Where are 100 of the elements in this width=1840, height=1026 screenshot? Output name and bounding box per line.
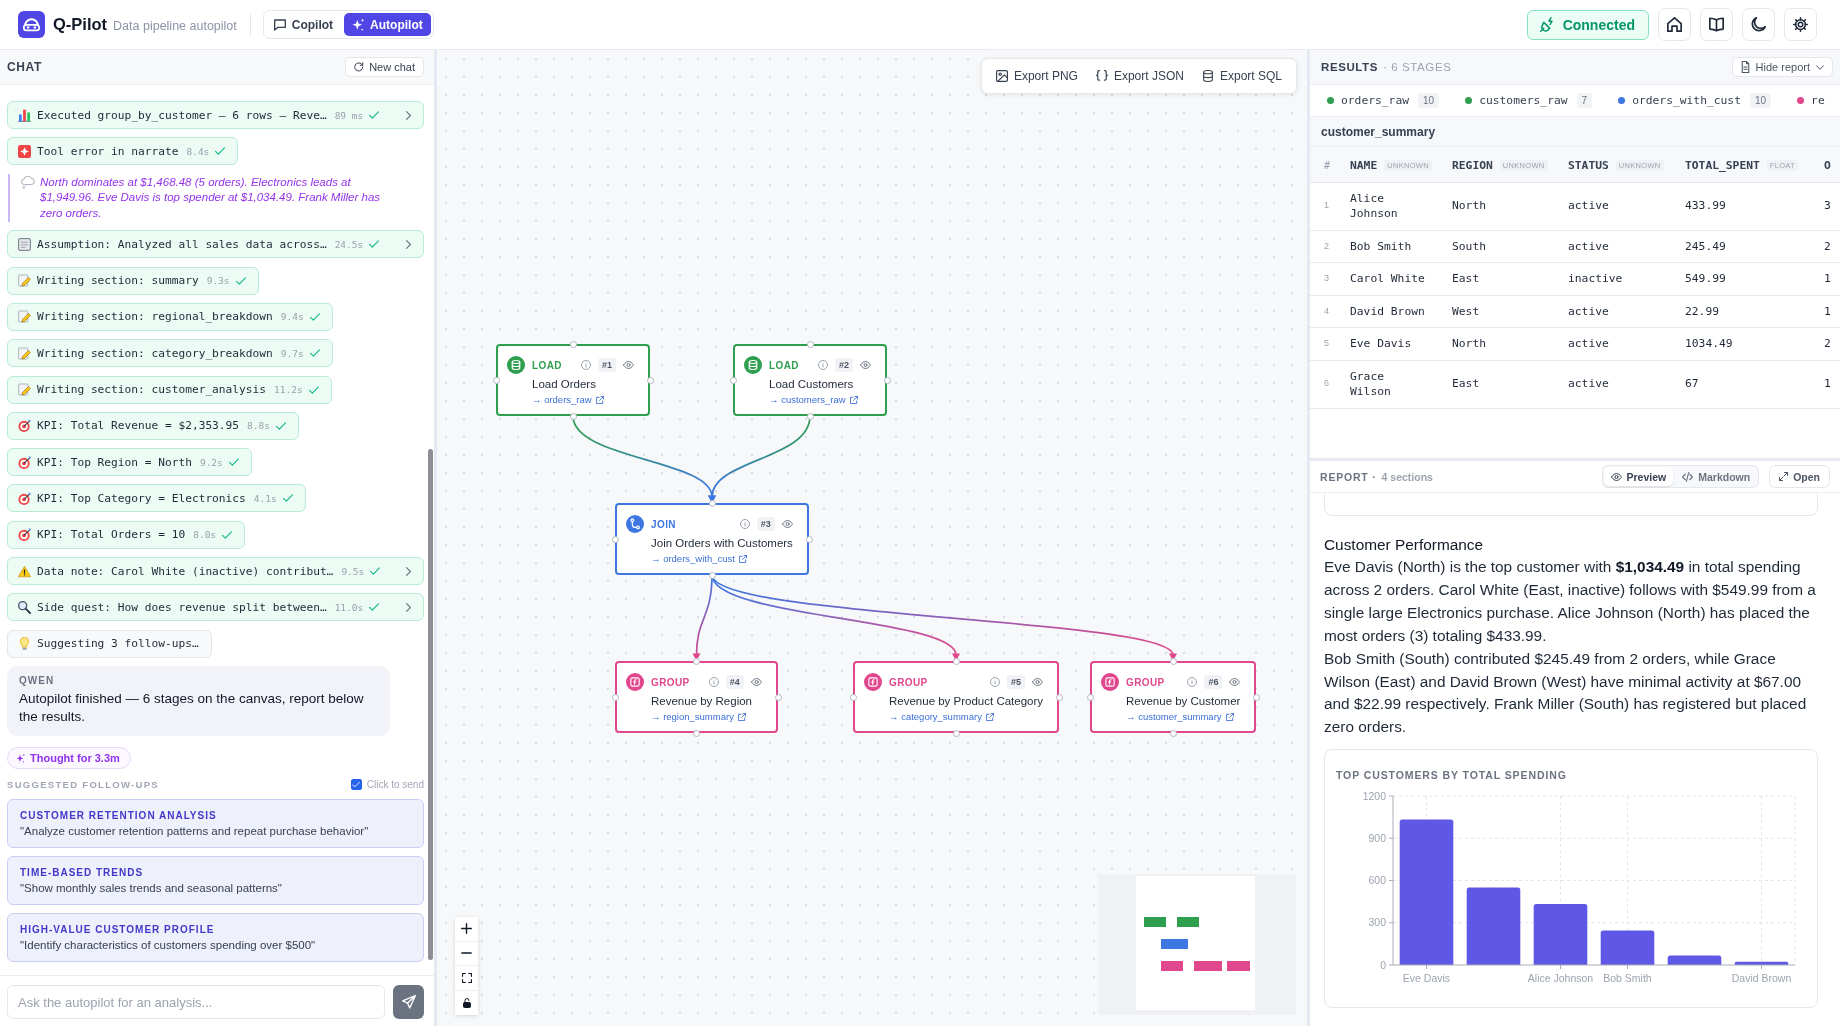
row-number: 3: [1310, 262, 1350, 295]
node-index: #4: [725, 675, 744, 689]
step-text: Side quest: How does revenue split between…: [37, 600, 327, 614]
step-duration: 8.0s: [193, 529, 217, 541]
row-count: 10: [1749, 93, 1772, 108]
step-duration: 8.8s: [247, 420, 270, 432]
report-paragraph: Bob Smith (South) contributed $245.49 from 2 orders, while Grace Wilson (East) and David Brown (West) have minimal activity at $67.00 and $22.99 respectively. Frank Miller (South) has registered but placed zero orders.: [1324, 648, 1808, 738]
step-text: Assumption: Analyzed all sales data across…: [37, 237, 327, 251]
step-text: Writing section: customer_analysis: [37, 383, 266, 397]
step-text: Tool error in narrate: [37, 144, 179, 158]
node-type-label: GROUP: [651, 676, 690, 688]
node-title: Revenue by Product Category: [889, 695, 1044, 707]
step-duration: 11.0s: [334, 601, 364, 613]
table-cell: 1034.49: [1685, 327, 1824, 360]
table-cell: East: [1452, 360, 1568, 408]
column-header: STATUS: [1568, 159, 1609, 173]
y-tick-label: 900: [1368, 832, 1386, 844]
chart-title: TOP CUSTOMERS BY TOTAL SPENDING: [1336, 769, 1567, 783]
node-title: Revenue by Customer: [1126, 695, 1241, 707]
row-number: 4: [1310, 295, 1350, 328]
y-tick-label: 300: [1368, 916, 1386, 929]
row-count: 7: [1576, 93, 1593, 108]
table-cell: Grace Wilson: [1350, 360, 1452, 408]
table-cell: West: [1452, 295, 1568, 328]
app-name: Q-Pilot: [53, 15, 108, 34]
panel-title: RESULTS: [1321, 61, 1379, 73]
section-label: SUGGESTED FOLLOW-UPS: [7, 778, 159, 790]
table-cell: 2: [1824, 327, 1840, 360]
table-cell: Carol White: [1350, 262, 1452, 295]
narration-text: North dominates at $1,468.48 (5 orders). Electronics leads at $1,949.96. Eve Davis is top spender at $1,034.49. Frank Miller has zero orders.: [40, 174, 382, 221]
table-cell: Alice Johnson: [1350, 182, 1452, 230]
step-text: Writing section: regional_breakdown: [37, 310, 273, 324]
table-title: customer_summary: [1310, 117, 1840, 147]
node-index: #1: [597, 358, 616, 372]
column-header: REGION: [1452, 159, 1493, 173]
app-subtitle: Data pipeline autopilot: [113, 19, 237, 33]
step-duration: 8.4s: [186, 145, 210, 157]
row-count: 10: [1418, 93, 1440, 108]
table-cell: active: [1568, 295, 1685, 328]
panel-title: CHAT: [7, 60, 42, 74]
node-index: #6: [1204, 675, 1223, 689]
step-duration: 9.4s: [280, 311, 304, 323]
message-text: Autopilot finished — 6 stages on the canvas, report below the results.: [19, 689, 365, 726]
table-cell: 2: [1824, 230, 1840, 263]
table-cell: 549.99: [1685, 262, 1824, 295]
step-duration: 9.5s: [341, 565, 365, 577]
column-header: NAME: [1350, 159, 1378, 173]
table-cell: active: [1568, 360, 1685, 408]
table-cell: 3: [1824, 182, 1840, 230]
table-cell: active: [1568, 230, 1685, 263]
row-number: 6: [1310, 360, 1350, 408]
node-type-label: JOIN: [651, 518, 677, 530]
x-tick-label: Alice Johnson: [1527, 972, 1594, 985]
step-duration: 89 ms: [334, 109, 364, 121]
table-cell: 1: [1824, 360, 1840, 408]
table-cell: East: [1452, 262, 1568, 295]
checkbox-label: Click to send: [366, 778, 424, 790]
table-cell: 1: [1824, 295, 1840, 328]
row-number: 5: [1310, 327, 1350, 360]
y-tick-label: 0: [1380, 958, 1386, 971]
row-number: 2: [1310, 230, 1350, 263]
x-tick-label: Eve Davis: [1402, 972, 1451, 985]
table-cell: inactive: [1568, 262, 1685, 295]
table-cell: 1: [1824, 262, 1840, 295]
node-type-label: LOAD: [769, 359, 799, 371]
x-tick-label: Bob Smith: [1603, 972, 1652, 985]
table-cell: active: [1568, 327, 1685, 360]
node-type-label: GROUP: [1126, 676, 1166, 688]
table-cell: 245.49: [1685, 230, 1824, 263]
step-text: KPI: Top Region = North: [37, 455, 192, 469]
table-cell: Eve Davis: [1350, 327, 1452, 360]
node-title: Revenue by Region: [651, 695, 753, 707]
step-duration: 9.3s: [206, 275, 230, 287]
node-type-label: GROUP: [889, 676, 929, 688]
table-cell: David Brown: [1350, 295, 1452, 328]
node-title: Join Orders with Customers: [651, 537, 793, 549]
row-number: 1: [1310, 182, 1350, 230]
y-tick-label: 1200: [1362, 790, 1386, 802]
x-tick-label: David Brown: [1731, 972, 1792, 985]
message-author: QWEN: [19, 674, 56, 686]
table-cell: active: [1568, 182, 1685, 230]
step-text: Executed group_by_customer — 6 rows — Reve…: [37, 108, 327, 122]
panel-title: REPORT ·: [1320, 470, 1377, 483]
report-heading: Customer Performance: [1324, 535, 1485, 555]
node-index: #5: [1007, 675, 1026, 689]
step-text: KPI: Total Revenue = $2,353.95: [37, 419, 240, 433]
column-header: O: [1824, 159, 1831, 173]
step-duration: 24.5s: [334, 238, 364, 250]
table-cell: Bob Smith: [1350, 230, 1452, 263]
step-text: Writing section: category_breakdown: [37, 346, 273, 360]
table-cell: South: [1452, 230, 1568, 263]
node-title: Load Orders: [532, 378, 597, 390]
table-cell: North: [1452, 327, 1568, 360]
step-duration: 9.2s: [199, 456, 223, 468]
step-text: Writing section: summary: [37, 274, 199, 288]
section-count: 4 sections: [1381, 470, 1434, 483]
step-duration: 4.1s: [253, 492, 277, 504]
y-tick-label: 600: [1368, 874, 1386, 887]
step-text: KPI: Top Category = Electronics: [37, 491, 246, 505]
step-text: KPI: Total Orders = 10: [37, 528, 186, 542]
